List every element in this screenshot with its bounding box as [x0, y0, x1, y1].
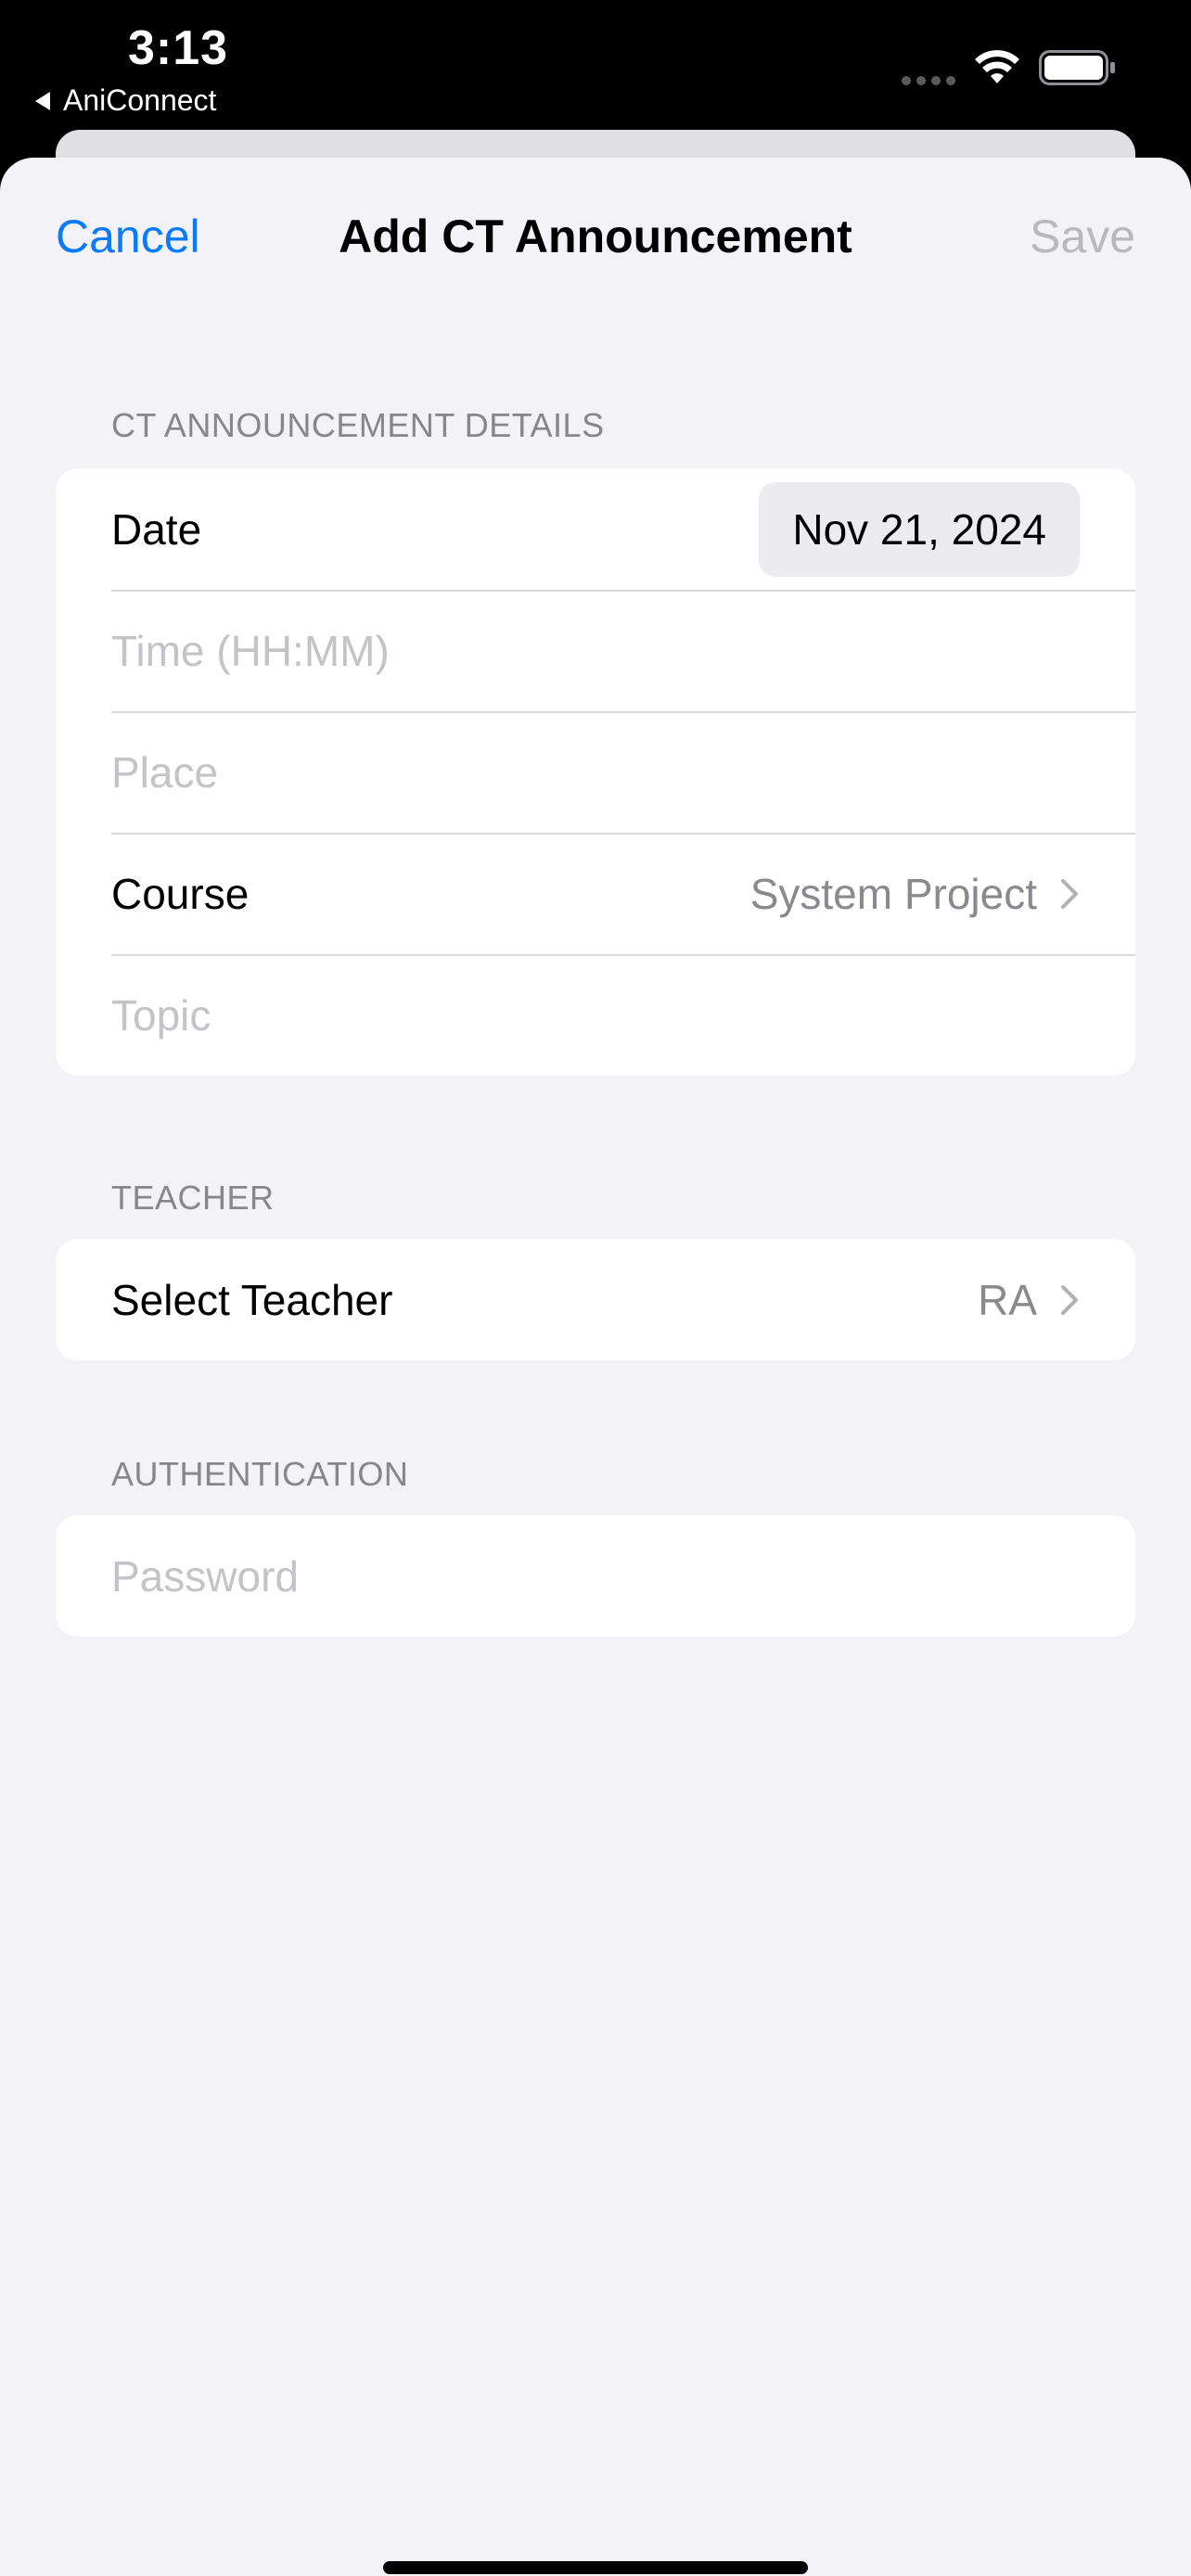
- save-button[interactable]: Save: [1030, 210, 1135, 263]
- chevron-right-icon: [1061, 1284, 1078, 1315]
- back-to-app-button[interactable]: AniConnect: [35, 83, 216, 118]
- cellular-signal-icon: [902, 76, 955, 85]
- course-row[interactable]: Course System Project: [56, 833, 1135, 954]
- section-header-details: CT ANNOUNCEMENT DETAILS: [111, 406, 605, 444]
- password-input[interactable]: [111, 1550, 1080, 1601]
- cancel-button[interactable]: Cancel: [56, 210, 200, 263]
- topic-row: [56, 954, 1135, 1076]
- authentication-group: [56, 1515, 1135, 1637]
- back-triangle-icon: [35, 91, 50, 110]
- course-label: Course: [111, 869, 250, 918]
- section-header-authentication: AUTHENTICATION: [111, 1455, 409, 1493]
- details-group: Date Nov 21, 2024 Course System Project: [56, 468, 1135, 1076]
- chevron-right-icon: [1061, 878, 1078, 909]
- home-indicator[interactable]: [383, 2561, 808, 2574]
- teacher-value: RA: [978, 1275, 1037, 1324]
- back-app-label: AniConnect: [63, 83, 217, 117]
- place-input[interactable]: [111, 746, 1080, 797]
- course-value: System Project: [749, 869, 1037, 918]
- battery-icon: [1039, 50, 1115, 85]
- modal-sheet: Cancel Add CT Announcement Save CT ANNOU…: [0, 158, 1191, 2576]
- wifi-icon: [975, 50, 1019, 83]
- time-row: [56, 590, 1135, 711]
- time-input[interactable]: [111, 625, 1080, 676]
- select-teacher-label: Select Teacher: [111, 1275, 393, 1324]
- date-picker[interactable]: Nov 21, 2024: [759, 481, 1080, 577]
- place-row: [56, 711, 1135, 833]
- status-bar-time: 3:13: [128, 21, 229, 75]
- date-label: Date: [111, 504, 202, 554]
- section-header-teacher: TEACHER: [111, 1179, 275, 1217]
- teacher-group: Select Teacher RA: [56, 1239, 1135, 1360]
- topic-input[interactable]: [111, 989, 1080, 1040]
- date-row: Date Nov 21, 2024: [56, 468, 1135, 590]
- password-row: [56, 1515, 1135, 1637]
- select-teacher-row[interactable]: Select Teacher RA: [56, 1239, 1135, 1360]
